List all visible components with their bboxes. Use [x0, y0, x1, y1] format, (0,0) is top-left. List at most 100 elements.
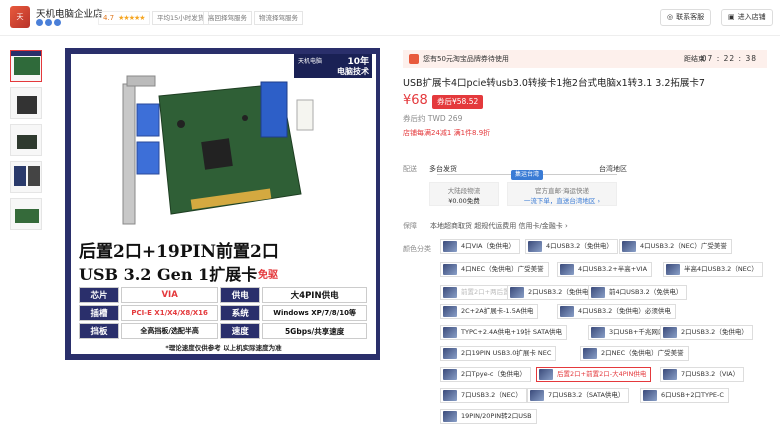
official-sub[interactable]: 一流下单，直送台湾地区 › [508, 195, 616, 205]
color-option[interactable]: 2口NEC（免供电）广受美誉 [580, 346, 689, 361]
mainland-fee: ¥0.00免费 [448, 197, 480, 205]
color-option[interactable]: 4口USB3.2（免供电）必须供电 [557, 304, 676, 319]
delivery-label: 配送 [403, 165, 417, 173]
option-thumbnail-icon [666, 264, 680, 275]
option-label: 6口USB+2口TYPE-C [661, 391, 724, 399]
countdown: 07 : 22 : 38 [701, 54, 757, 63]
spec-table: 芯片 VIA 供电 大4PIN供电 插槽 PCI-E X1/X4/X8/X16 … [77, 285, 369, 341]
option-thumbnail-icon [591, 327, 605, 338]
star-icon: ★★★★★ [118, 14, 145, 22]
color-option[interactable]: 3口USB+千兆网口 [588, 325, 670, 340]
thumbnail[interactable] [10, 161, 42, 193]
thumbnail[interactable] [10, 124, 42, 156]
spec-value: PCI-E X1/X4/X8/X16 [121, 305, 219, 321]
spec-key: 挡板 [79, 323, 119, 339]
option-label: 7口USB3.2（NEC） [461, 391, 522, 399]
color-option[interactable]: 7口USB3.2（SATA供电） [527, 388, 630, 403]
spec-key: 供电 [220, 287, 261, 303]
pcie-card-image [122, 75, 314, 225]
thumbnail[interactable] [10, 50, 42, 82]
option-thumbnail-icon [530, 390, 544, 401]
color-option[interactable]: 4口VIA（免供电） [440, 239, 520, 254]
option-thumbnail-icon [663, 327, 677, 338]
color-option[interactable]: 2口Tpye-c（免供电） [440, 367, 531, 382]
badge-icon [45, 19, 52, 26]
chat-icon: ◎ [667, 13, 674, 21]
enter-shop-label: 进入店铺 [737, 13, 766, 21]
color-option[interactable]: 2口USB3.2（免供电） [507, 285, 600, 300]
option-thumbnail-icon [443, 287, 457, 298]
option-thumbnail-icon [443, 369, 457, 380]
color-option[interactable]: 2口USB3.2（免供电） [660, 325, 753, 340]
option-label: 2口USB3.2（免供电） [528, 288, 595, 296]
color-option[interactable]: 7口USB3.2（NEC） [440, 388, 527, 403]
thumbnail-list [10, 50, 42, 235]
delivery-section: 配送 多台发货 台湾地区 集运台湾 大陆段物流 ¥0.00免费 官方直邮·海运快… [403, 162, 767, 212]
shop-tag: 平均15小时发货 [152, 11, 210, 25]
color-option[interactable]: 后置2口+前置2口-大4PIN供电 [536, 367, 652, 382]
option-thumbnail-icon [443, 411, 457, 422]
color-option[interactable]: 19PIN/20PIN转2口USB [440, 409, 537, 424]
color-option[interactable]: 4口NEC（免供电）广受美誉 [440, 262, 549, 277]
option-thumbnail-icon [560, 306, 574, 317]
badge-icon [36, 19, 43, 26]
ship-to: 台湾地区 [599, 165, 627, 173]
spec-key: 芯片 [79, 287, 119, 303]
official-shipping: 官方直邮·海运快递 一流下单，直送台湾地区 › [507, 182, 617, 206]
shop-logo[interactable]: 天 [10, 6, 30, 28]
color-option[interactable]: 半高4口USB3.2（NEC） [663, 262, 763, 277]
coupon-price-badge[interactable]: 券后¥58.52 [432, 95, 484, 109]
option-label: 4口USB3.2（免供电）必须供电 [578, 307, 671, 315]
option-thumbnail-icon [643, 390, 657, 401]
spec-key: 速度 [220, 323, 261, 339]
option-label: 19PIN/20PIN转2口USB [461, 412, 532, 420]
color-option[interactable]: 7口USB3.2（VIA） [660, 367, 745, 382]
shop-icon: ▣ [728, 13, 735, 21]
option-thumbnail-icon [560, 264, 574, 275]
color-option[interactable]: TYPC+2.4A供电+19针 SATA供电 [440, 325, 568, 340]
main-product-image[interactable]: 天机电脑 10年 电脑技术 后置2口+19PIN前置2口 USB 3.2 Gen… [65, 48, 380, 360]
color-option[interactable]: 前4口USB3.2（免供电） [588, 285, 688, 300]
ship-from: 多台发货 [429, 165, 457, 173]
option-thumbnail-icon [443, 327, 457, 338]
shop-tag: 物流择驾服务 [254, 11, 303, 25]
option-label: 前4口USB3.2（免供电） [609, 288, 683, 296]
option-thumbnail-icon [510, 287, 524, 298]
headline-1: 后置2口+19PIN前置2口 [79, 242, 279, 262]
option-thumbnail-icon [443, 264, 457, 275]
converted-price: 券后约 TWD 269 [403, 114, 463, 123]
color-option[interactable]: 2C+2A扩展卡-1.5A供电 [440, 304, 539, 319]
option-label: 半高4口USB3.2（NEC） [684, 265, 758, 273]
badge-icon [54, 19, 61, 26]
official-label: 官方直邮·海运快递 [534, 187, 590, 195]
shop-name[interactable]: 天机电脑企业店 [36, 6, 103, 20]
contact-service-button[interactable]: ◎ 联系客服 [660, 9, 712, 26]
guarantee-text[interactable]: 本地超商取货 超规代运费用 信用卡/金融卡 › [430, 221, 568, 231]
shop-promo[interactable]: 店铺每满24减1 满1件8.9折 [403, 128, 490, 138]
color-option[interactable]: 2口19PIN USB3.0扩展卡 NEC [440, 346, 557, 361]
option-thumbnail-icon [528, 241, 542, 252]
spec-row: 插槽 PCI-E X1/X4/X8/X16 系统 Windows XP/7/8/… [79, 305, 367, 321]
color-option[interactable]: 6口USB+2口TYPE-C [640, 388, 729, 403]
option-thumbnail-icon [443, 390, 457, 401]
option-thumbnail-icon [539, 369, 553, 380]
spec-value: 全高挡板/选配半高 [121, 323, 219, 339]
timer-text: 您有50元淘宝品牌券待使用 [423, 55, 509, 63]
thumbnail[interactable] [10, 87, 42, 119]
spec-value: 大4PIN供电 [262, 287, 367, 303]
spec-row: 芯片 VIA 供电 大4PIN供电 [79, 287, 367, 303]
color-option[interactable]: 4口USB3.2（免供电） [525, 239, 618, 254]
guarantee-label: 保障 [403, 222, 417, 230]
shop-rating: 4.7 ★★★★★ [98, 11, 150, 25]
mainland-label: 大陆段物流 [447, 187, 481, 195]
color-option[interactable]: 4口USB3.2+半高+VIA [557, 262, 653, 277]
enter-shop-button[interactable]: ▣ 进入店铺 [721, 9, 773, 26]
option-label: 2口Tpye-c（免供电） [461, 370, 526, 378]
spec-key: 插槽 [79, 305, 119, 321]
thumbnail[interactable] [10, 198, 42, 230]
option-thumbnail-icon [443, 306, 457, 317]
option-thumbnail-icon [443, 241, 457, 252]
spec-value: VIA [121, 287, 219, 303]
option-thumbnail-icon [443, 348, 457, 359]
color-option[interactable]: 4口USB3.2（NEC）广受美誉 [619, 239, 732, 254]
